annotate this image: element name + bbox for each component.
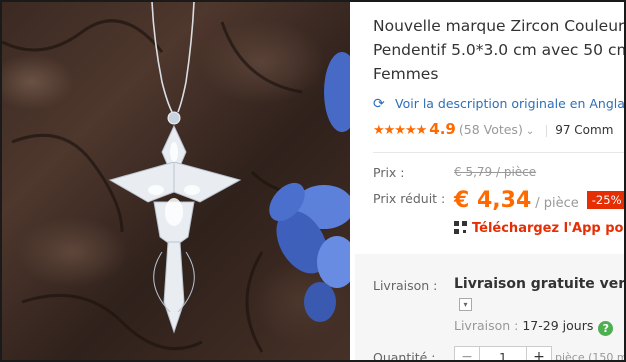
increase-quantity-button[interactable]: + bbox=[526, 347, 551, 360]
decrease-quantity-button[interactable]: − bbox=[455, 347, 480, 360]
original-price: € 5,79 / pièce bbox=[454, 165, 537, 179]
rating-score: 4.9 bbox=[429, 120, 456, 138]
rating-row: ★★★★★ 4.9 (58 Votes) ⌄ 97 Comm bbox=[373, 120, 613, 138]
availability-text: pièce (150 m bbox=[555, 351, 626, 360]
quantity-input[interactable]: 1 bbox=[479, 347, 527, 360]
sale-price: € 4,34/ pièce -25% bbox=[454, 188, 624, 213]
votes-link[interactable]: (58 Votes) bbox=[459, 122, 523, 137]
chevron-down-icon[interactable]: ⌄ bbox=[526, 126, 534, 137]
product-window: Nouvelle marque Zircon Couleur A Pendent… bbox=[0, 0, 626, 362]
product-image[interactable] bbox=[2, 2, 350, 360]
divider bbox=[546, 124, 548, 137]
download-app-label: Téléchargez l'App pour bbox=[472, 221, 626, 236]
product-title: Nouvelle marque Zircon Couleur A Pendent… bbox=[373, 14, 626, 86]
quantity-label: Quantité : bbox=[373, 350, 436, 360]
shipping-dropdown-toggle[interactable]: ▾ bbox=[459, 298, 472, 311]
delivery-label: Livraison : bbox=[454, 318, 519, 333]
shipping-label: Livraison : bbox=[373, 278, 438, 293]
translate-icon: ⟳ bbox=[373, 96, 385, 112]
star-rating-icon: ★★★★★ bbox=[373, 123, 427, 138]
sale-price-label: Prix réduit : bbox=[373, 191, 446, 206]
sale-price-value: € 4,34 bbox=[454, 188, 532, 213]
title-line: Nouvelle marque Zircon Couleur A bbox=[373, 17, 626, 35]
shipping-value: Livraison gratuite vers bbox=[454, 276, 626, 292]
discount-badge: -25% bbox=[586, 191, 624, 209]
view-original-label: Voir la description originale en Anglais bbox=[395, 96, 626, 111]
download-app-link[interactable]: Téléchargez l'App pour bbox=[454, 221, 626, 236]
divider bbox=[373, 152, 624, 153]
shipping-section bbox=[355, 254, 624, 360]
price-label: Prix : bbox=[373, 165, 405, 180]
delivery-time: Livraison : 17-29 jours? bbox=[454, 318, 614, 336]
price-unit: / pièce bbox=[535, 196, 579, 211]
view-original-link[interactable]: ⟳ Voir la description originale en Anglai… bbox=[373, 96, 626, 112]
title-line: Femmes bbox=[373, 65, 439, 83]
delivery-days: 17-29 bbox=[522, 318, 559, 333]
qr-code-icon bbox=[454, 221, 467, 234]
chevron-down-icon: ▾ bbox=[463, 300, 468, 309]
product-info-panel: Nouvelle marque Zircon Couleur A Pendent… bbox=[355, 2, 626, 360]
quantity-stepper: − 1 + bbox=[454, 346, 552, 360]
delivery-unit: jours bbox=[562, 318, 594, 333]
title-line: Pendentif 5.0*3.0 cm avec 50 cm C bbox=[373, 41, 626, 59]
check-icon: ? bbox=[598, 321, 614, 336]
orders-count: 97 Comm bbox=[555, 123, 614, 137]
pendant-illustration bbox=[2, 2, 350, 353]
